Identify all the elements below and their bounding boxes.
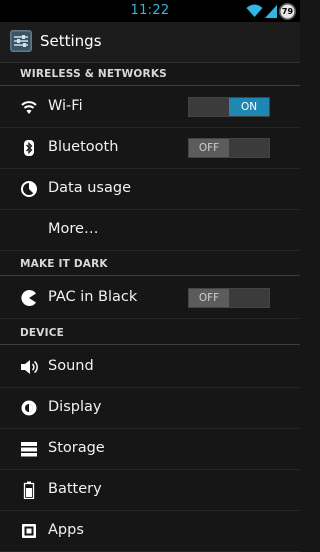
settings-item-pac-in-black[interactable]: PAC in Black OFF	[0, 278, 300, 319]
settings-item-wifi[interactable]: Wi-Fi ON	[0, 87, 300, 128]
section-header-label: DEVICE	[20, 327, 64, 339]
section-header-wireless: WIRELESS & NETWORKS	[0, 63, 300, 86]
bluetooth-icon	[24, 140, 34, 156]
brightness-icon	[21, 400, 37, 416]
status-icons: 79	[246, 2, 296, 20]
settings-item-sound[interactable]: Sound	[0, 347, 300, 388]
section-header-device: DEVICE	[0, 322, 300, 345]
data-usage-icon	[21, 181, 37, 197]
settings-item-label: Apps	[48, 522, 84, 538]
settings-item-label: Display	[48, 399, 102, 415]
section-header-label: WIRELESS & NETWORKS	[20, 68, 167, 80]
section-header-make-it-dark: MAKE IT DARK	[0, 253, 300, 276]
settings-item-battery[interactable]: Battery	[0, 470, 300, 511]
page-title: Settings	[40, 32, 102, 50]
settings-app-icon[interactable]	[10, 30, 32, 52]
signal-icon	[265, 5, 277, 18]
settings-item-more[interactable]: More…	[0, 210, 300, 251]
wifi-icon	[246, 4, 263, 17]
toggle-state-label: OFF	[189, 289, 229, 307]
settings-item-label: More…	[48, 221, 99, 237]
toggle-state-label: ON	[229, 98, 269, 116]
section-header-label: MAKE IT DARK	[20, 258, 108, 270]
wifi-icon	[21, 101, 37, 114]
speaker-icon	[21, 360, 38, 374]
settings-item-label: Data usage	[48, 180, 131, 196]
settings-item-label: Battery	[48, 481, 102, 497]
settings-item-apps[interactable]: Apps	[0, 511, 300, 552]
battery-level-icon: 79	[279, 2, 296, 20]
settings-item-label: Bluetooth	[48, 139, 119, 155]
settings-item-label: Storage	[48, 440, 105, 456]
battery-icon	[23, 481, 35, 499]
wifi-toggle[interactable]: ON	[188, 97, 270, 117]
settings-item-label: Sound	[48, 358, 94, 374]
bluetooth-toggle[interactable]: OFF	[188, 138, 270, 158]
settings-item-display[interactable]: Display	[0, 388, 300, 429]
settings-item-label: PAC in Black	[48, 289, 138, 305]
action-bar: Settings	[0, 22, 300, 63]
settings-item-data-usage[interactable]: Data usage	[0, 169, 300, 210]
toggle-state-label: OFF	[189, 139, 229, 157]
settings-item-storage[interactable]: Storage	[0, 429, 300, 470]
settings-item-label: Wi-Fi	[48, 98, 83, 114]
status-bar: 11:22 79	[0, 0, 300, 22]
apps-icon	[22, 524, 36, 538]
settings-item-bluetooth[interactable]: Bluetooth OFF	[0, 128, 300, 169]
pacman-icon	[21, 290, 36, 306]
storage-icon	[21, 442, 37, 457]
pac-in-black-toggle[interactable]: OFF	[188, 288, 270, 308]
